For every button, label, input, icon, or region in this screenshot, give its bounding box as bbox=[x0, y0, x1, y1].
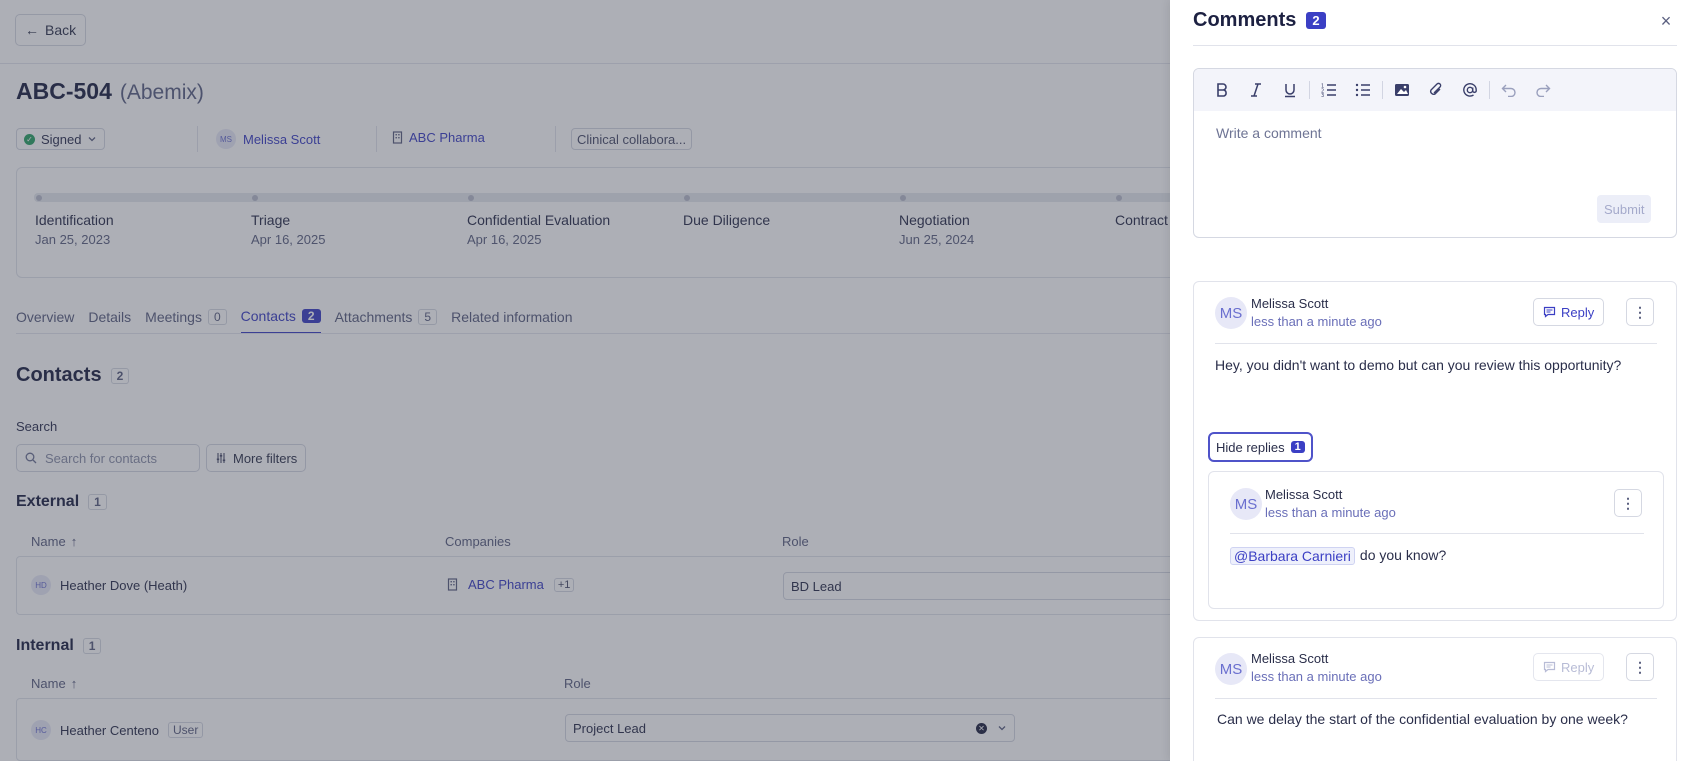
comments-drawer: Comments 2 × 123 Write a comment Submit … bbox=[1170, 0, 1691, 761]
comment-card: MS Melissa Scott less than a minute ago … bbox=[1193, 281, 1677, 621]
avatar: MS bbox=[1230, 488, 1262, 520]
undo-icon[interactable] bbox=[1492, 76, 1526, 104]
comment-time: less than a minute ago bbox=[1251, 314, 1382, 329]
comment-divider bbox=[1215, 343, 1657, 344]
panel-divider bbox=[1193, 45, 1677, 46]
editor-toolbar: 123 bbox=[1194, 69, 1676, 111]
comment-author: Melissa Scott bbox=[1251, 651, 1329, 666]
reply-divider bbox=[1230, 533, 1644, 534]
comment-icon bbox=[1543, 661, 1556, 673]
close-icon[interactable]: × bbox=[1655, 10, 1677, 32]
svg-text:3: 3 bbox=[1321, 93, 1324, 97]
underline-icon[interactable] bbox=[1273, 76, 1307, 104]
reply-body: do you know? bbox=[1359, 547, 1447, 563]
reply-label: Reply bbox=[1561, 304, 1595, 320]
reply-author: Melissa Scott bbox=[1265, 487, 1343, 502]
avatar: MS bbox=[1215, 297, 1247, 329]
more-options-icon[interactable]: ⋮ bbox=[1626, 653, 1654, 681]
panel-title: Comments bbox=[1193, 9, 1297, 31]
comment-divider bbox=[1215, 698, 1657, 699]
hide-replies-button[interactable]: Hide replies 1 bbox=[1208, 432, 1313, 462]
more-options-icon[interactable]: ⋮ bbox=[1626, 298, 1654, 326]
bold-icon[interactable] bbox=[1205, 76, 1239, 104]
ordered-list-icon[interactable]: 123 bbox=[1312, 76, 1346, 104]
paperclip-icon[interactable] bbox=[1419, 76, 1453, 104]
reply-text: @Barbara Carnieri do you know? bbox=[1230, 547, 1446, 565]
italic-icon[interactable] bbox=[1239, 76, 1273, 104]
avatar: MS bbox=[1215, 653, 1247, 685]
image-icon[interactable] bbox=[1385, 76, 1419, 104]
comment-text: Can we delay the start of the confidenti… bbox=[1217, 711, 1628, 727]
reply-time: less than a minute ago bbox=[1265, 505, 1396, 520]
replies-count-badge: 1 bbox=[1290, 441, 1305, 453]
bullet-list-icon[interactable] bbox=[1346, 76, 1380, 104]
reply-label: Reply bbox=[1561, 659, 1595, 675]
toolbar-divider bbox=[1382, 81, 1383, 99]
reply-button[interactable]: Reply bbox=[1533, 653, 1605, 681]
mention-chip[interactable]: @Barbara Carnieri bbox=[1230, 547, 1355, 565]
comment-editor: 123 Write a comment Submit bbox=[1193, 68, 1677, 238]
comments-count-badge: 2 bbox=[1306, 12, 1326, 29]
more-options-icon[interactable]: ⋮ bbox=[1614, 489, 1642, 517]
comment-text: Hey, you didn't want to demo but can you… bbox=[1215, 357, 1622, 373]
hide-replies-label: Hide replies bbox=[1216, 439, 1285, 455]
comment-card: MS Melissa Scott less than a minute ago … bbox=[1193, 637, 1677, 761]
reply-card: MS Melissa Scott less than a minute ago … bbox=[1208, 471, 1664, 609]
mention-icon[interactable] bbox=[1453, 76, 1487, 104]
modal-backdrop[interactable] bbox=[0, 0, 1170, 761]
redo-icon[interactable] bbox=[1526, 76, 1560, 104]
comment-icon bbox=[1543, 306, 1556, 318]
reply-button[interactable]: Reply bbox=[1533, 298, 1605, 326]
submit-button[interactable]: Submit bbox=[1597, 195, 1652, 223]
comment-author: Melissa Scott bbox=[1251, 296, 1329, 311]
comments-title: Comments 2 bbox=[1193, 9, 1326, 32]
comment-time: less than a minute ago bbox=[1251, 669, 1382, 684]
toolbar-divider bbox=[1489, 81, 1490, 99]
toolbar-divider bbox=[1309, 81, 1310, 99]
comment-input[interactable]: Write a comment bbox=[1216, 125, 1322, 141]
